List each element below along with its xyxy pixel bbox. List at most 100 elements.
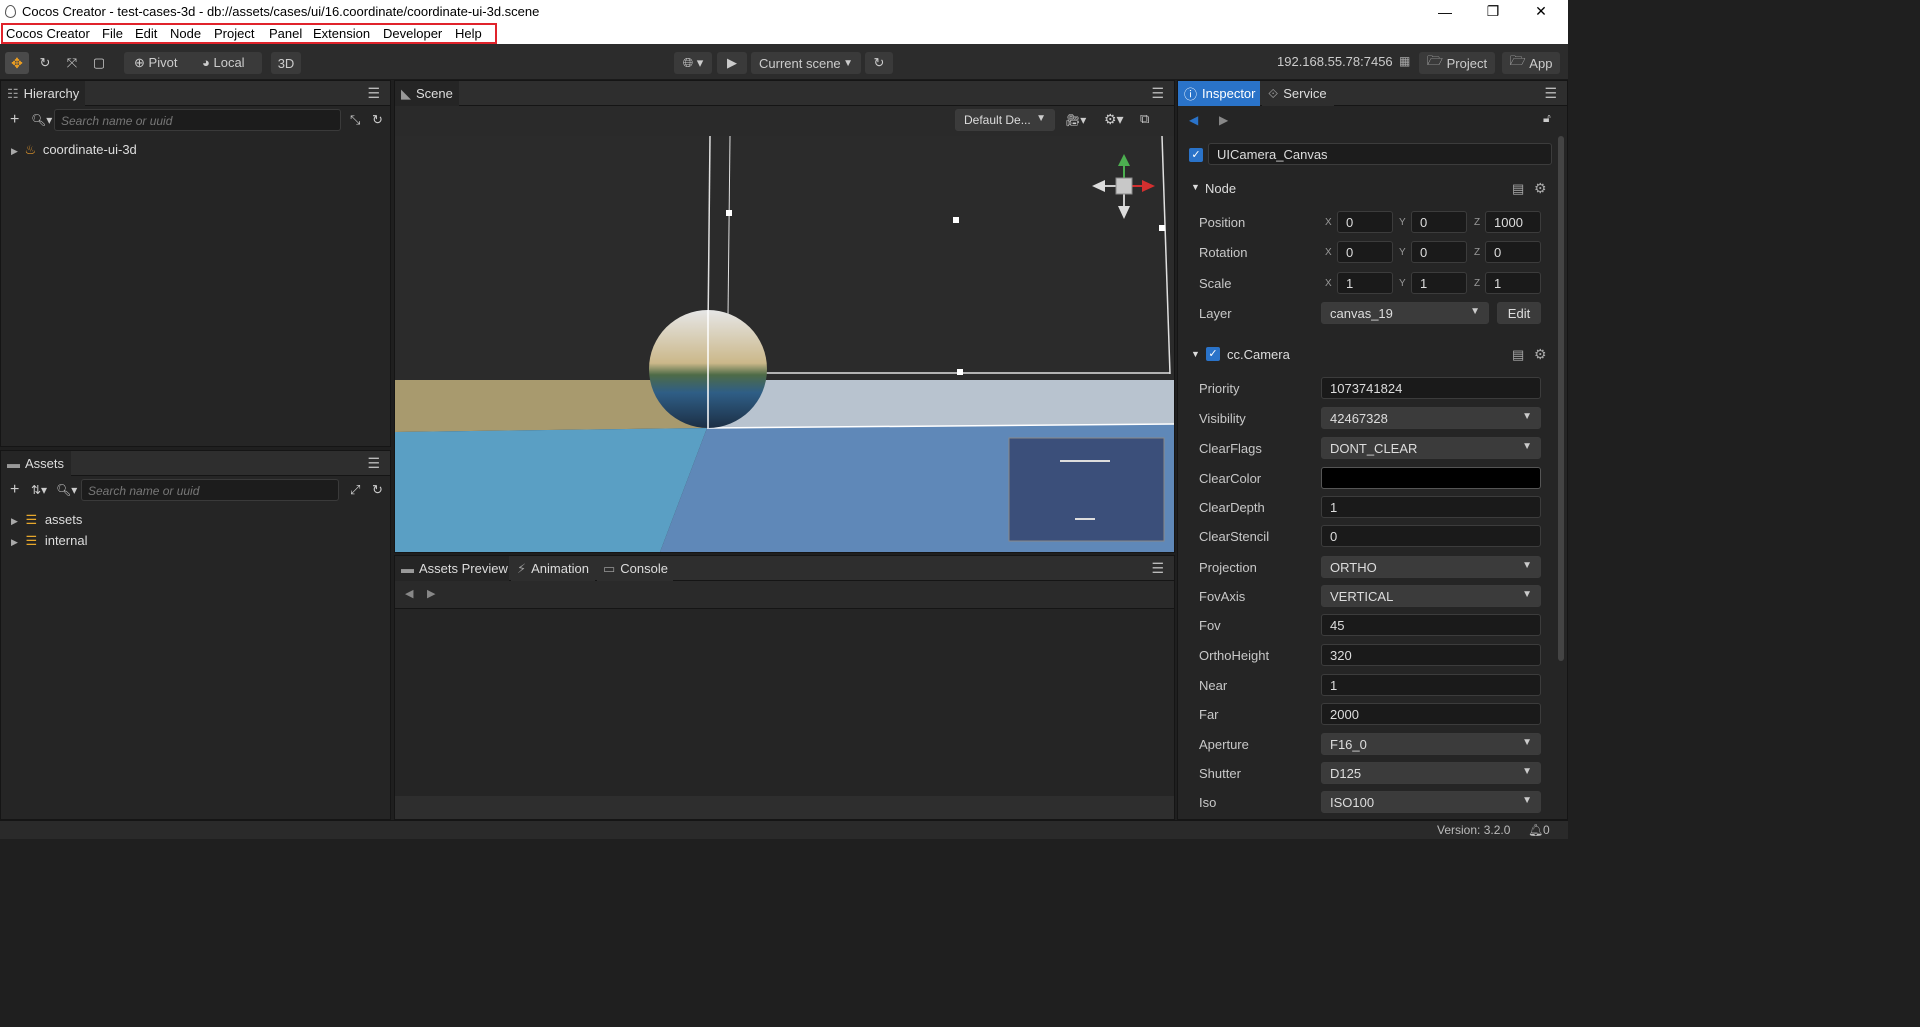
component-gear-icon[interactable]: ⚙ bbox=[1534, 346, 1547, 363]
move-tool-button[interactable]: ✥ bbox=[5, 52, 29, 74]
tab-assets[interactable]: ▬ Assets bbox=[1, 451, 71, 476]
layer-edit-button[interactable]: Edit bbox=[1497, 302, 1541, 324]
component-gear-icon[interactable]: ⚙ bbox=[1534, 180, 1547, 197]
open-project-button[interactable]: 🗁︎ Project bbox=[1419, 52, 1495, 74]
bottom-menu-icon[interactable]: ☰ bbox=[1151, 560, 1164, 577]
tree-item-scene-root[interactable]: ▶ ♨ coordinate-ui-3d bbox=[11, 142, 137, 158]
tab-hierarchy[interactable]: ☷ Hierarchy bbox=[1, 81, 85, 106]
rect-tool-button[interactable]: ▢ bbox=[87, 52, 111, 74]
open-app-button[interactable]: 🗁︎ App bbox=[1502, 52, 1560, 74]
camera-prop-input[interactable]: 2000 bbox=[1321, 703, 1541, 725]
hierarchy-search-input[interactable]: Search name or uuid bbox=[54, 109, 341, 131]
rotation-y-input[interactable]: 0 bbox=[1411, 241, 1467, 263]
scene-viewport[interactable] bbox=[395, 136, 1174, 552]
asset-db-item[interactable]: ▶ ☰ assets bbox=[11, 512, 82, 528]
qrcode-icon[interactable]: ▦ bbox=[1399, 54, 1410, 68]
node-active-checkbox[interactable]: ✓ bbox=[1189, 148, 1203, 162]
camera-prop-input[interactable]: 1 bbox=[1321, 674, 1541, 696]
preview-ip[interactable]: 192.168.55.78:7456 bbox=[1277, 54, 1393, 69]
node-section-header[interactable]: ▼ Node ▤ ⚙ bbox=[1178, 178, 1557, 202]
chevron-down-icon: ▼ bbox=[843, 57, 853, 69]
tab-assets-preview[interactable]: ▬ Assets Preview bbox=[395, 556, 509, 581]
help-doc-icon[interactable]: ▤ bbox=[1512, 181, 1524, 197]
tab-service[interactable]: ⟐ Service bbox=[1262, 81, 1334, 106]
tab-console[interactable]: ▭ Console bbox=[597, 556, 673, 581]
scale-y-input[interactable]: 1 bbox=[1411, 272, 1467, 294]
refresh-icon[interactable]: ↻ bbox=[372, 112, 383, 128]
assets-search-input[interactable]: Search name or uuid bbox=[81, 479, 339, 501]
camera-prop-select[interactable]: D125 ▼ bbox=[1321, 762, 1541, 784]
camera-prop-input[interactable]: 0 bbox=[1321, 525, 1541, 547]
play-button[interactable]: ▶ bbox=[717, 52, 747, 74]
camera-prop-color-swatch[interactable] bbox=[1321, 467, 1541, 489]
node-name-input[interactable]: UICamera_Canvas bbox=[1208, 143, 1552, 165]
next-arrow-icon[interactable]: ▶ bbox=[427, 587, 435, 600]
tab-scene[interactable]: ◣ Scene bbox=[395, 81, 459, 106]
minimize-button[interactable]: — bbox=[1422, 0, 1468, 23]
camera-prop-input[interactable]: 1073741824 bbox=[1321, 377, 1541, 399]
lock-icon[interactable]: 🔓︎ bbox=[1543, 111, 1551, 126]
scale-x-input[interactable]: 1 bbox=[1337, 272, 1393, 294]
platform-select-button[interactable]: 🌐︎ ▾ bbox=[674, 52, 712, 74]
refresh-icon[interactable]: ↻ bbox=[372, 482, 383, 498]
scene-gear-icon[interactable]: ⚙▾ bbox=[1104, 111, 1124, 128]
scale-z-input[interactable]: 1 bbox=[1485, 272, 1541, 294]
sort-icon[interactable]: ⇅▾ bbox=[31, 483, 47, 497]
camera-prop-label: FovAxis bbox=[1199, 589, 1246, 604]
camera-section-header[interactable]: ▼ ✓ cc.Camera ▤ ⚙ bbox=[1178, 344, 1557, 368]
camera-prop-select[interactable]: ORTHO ▼ bbox=[1321, 556, 1541, 578]
axis-y-label: Y bbox=[1399, 217, 1406, 228]
scene-fullscreen-icon[interactable]: ⧉ bbox=[1140, 111, 1149, 127]
mode-3d-button[interactable]: 3D bbox=[271, 52, 301, 74]
scene-menu-icon[interactable]: ☰ bbox=[1151, 85, 1164, 102]
help-doc-icon[interactable]: ▤ bbox=[1512, 347, 1524, 363]
camera-prop-select[interactable]: 42467328 ▼ bbox=[1321, 407, 1541, 429]
rotate-tool-button[interactable]: ↻ bbox=[33, 52, 57, 74]
tab-inspector[interactable]: ⓘ Inspector bbox=[1178, 81, 1260, 106]
scale-tool-button[interactable]: ⤧ bbox=[60, 52, 84, 74]
scene-select[interactable]: Current scene ▼ bbox=[751, 52, 861, 74]
position-z-input[interactable]: 1000 bbox=[1485, 211, 1541, 233]
project-button-label: Project bbox=[1446, 55, 1488, 71]
tab-animation[interactable]: ⚡︎ Animation bbox=[511, 556, 595, 581]
notification-bell-icon[interactable]: 🔔︎ bbox=[1528, 823, 1543, 837]
asset-db-item[interactable]: ▶ ☰ internal bbox=[11, 533, 87, 549]
scene-camera-select[interactable]: Default De... ▼ bbox=[955, 109, 1055, 131]
expand-all-icon[interactable]: ⤢ bbox=[350, 482, 360, 498]
hierarchy-menu-icon[interactable]: ☰ bbox=[367, 85, 380, 102]
camera-prop-input[interactable]: 320 bbox=[1321, 644, 1541, 666]
position-x-input[interactable]: 0 bbox=[1337, 211, 1393, 233]
add-node-button[interactable]: + bbox=[10, 111, 19, 129]
rotation-x-input[interactable]: 0 bbox=[1337, 241, 1393, 263]
position-y-input[interactable]: 0 bbox=[1411, 211, 1467, 233]
camera-prop-label: Priority bbox=[1199, 381, 1240, 396]
maximize-button[interactable]: ❐ bbox=[1470, 0, 1516, 23]
close-button[interactable]: ✕ bbox=[1518, 0, 1564, 23]
forward-arrow-icon[interactable]: ▶ bbox=[1219, 113, 1228, 127]
camera-prop-select[interactable]: DONT_CLEAR ▼ bbox=[1321, 437, 1541, 459]
chevron-down-icon: ▼ bbox=[1470, 306, 1480, 317]
rotation-z-input[interactable]: 0 bbox=[1485, 241, 1541, 263]
inspector-scrollbar[interactable] bbox=[1558, 136, 1564, 661]
camera-prop-select[interactable]: F16_0 ▼ bbox=[1321, 733, 1541, 755]
camera-prop-input[interactable]: 45 bbox=[1321, 614, 1541, 636]
axis-z-label: Z bbox=[1474, 217, 1481, 228]
collapse-all-icon[interactable]: ⤡ bbox=[350, 112, 360, 128]
pivot-button[interactable]: ⊕ Pivot bbox=[134, 55, 177, 71]
prev-arrow-icon[interactable]: ◀ bbox=[405, 587, 413, 600]
camera-enabled-checkbox[interactable]: ✓ bbox=[1206, 347, 1220, 361]
local-button[interactable]: ◕ Local bbox=[202, 55, 245, 70]
add-asset-button[interactable]: + bbox=[10, 481, 19, 499]
camera-options-icon[interactable]: 🎥︎▾ bbox=[1065, 113, 1086, 127]
scene-root-label: coordinate-ui-3d bbox=[42, 142, 137, 157]
assets-menu-icon[interactable]: ☰ bbox=[367, 455, 380, 472]
camera-prop-input[interactable]: 1 bbox=[1321, 496, 1541, 518]
camera-prop-select[interactable]: ISO100 ▼ bbox=[1321, 791, 1541, 813]
search-type-icon[interactable]: 🔍︎▾ bbox=[31, 113, 52, 127]
layer-select[interactable]: canvas_19 ▼ bbox=[1321, 302, 1489, 324]
back-arrow-icon[interactable]: ◀ bbox=[1189, 113, 1198, 127]
refresh-preview-button[interactable]: ↻ bbox=[865, 52, 893, 74]
search-type-icon[interactable]: 🔍︎▾ bbox=[56, 483, 77, 497]
inspector-menu-icon[interactable]: ☰ bbox=[1544, 85, 1557, 102]
camera-prop-select[interactable]: VERTICAL ▼ bbox=[1321, 585, 1541, 607]
